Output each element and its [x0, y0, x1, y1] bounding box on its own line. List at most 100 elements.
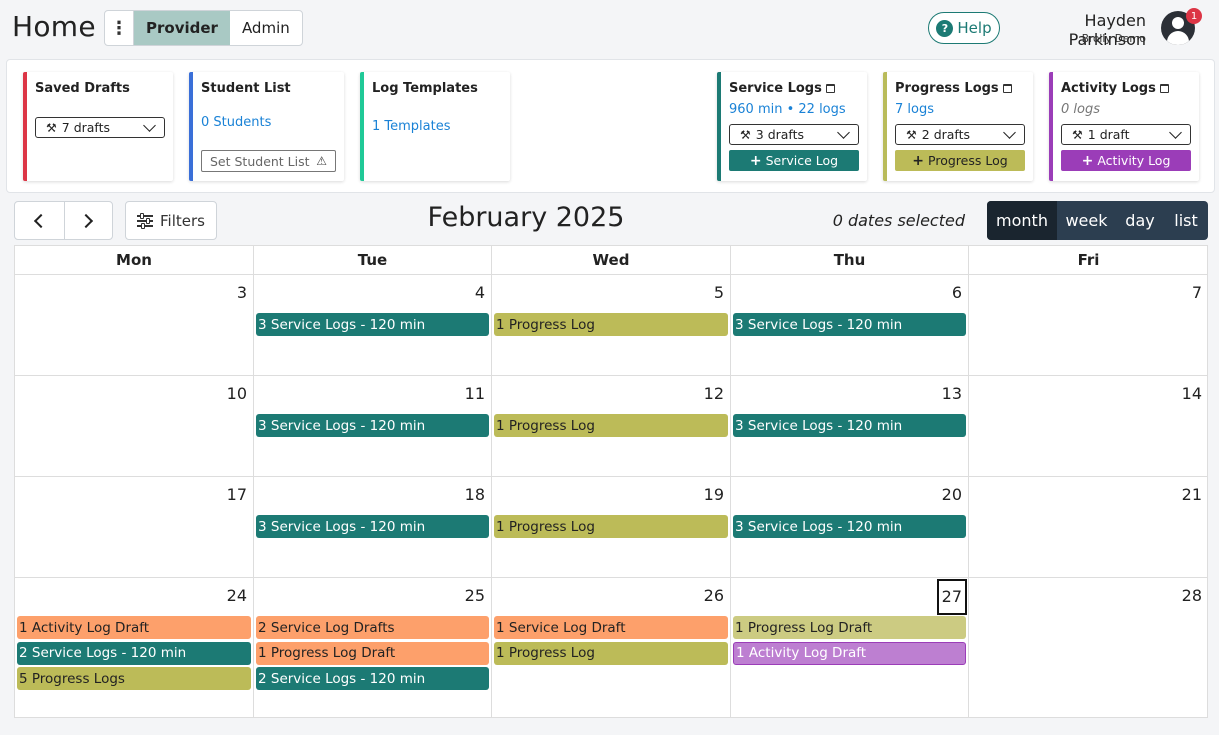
calendar-day-cell[interactable]: 11 3 Service Logs - 120 min: [254, 376, 492, 477]
calendar-event-service[interactable]: 3 Service Logs - 120 min: [733, 313, 966, 336]
today-date-number[interactable]: 27: [936, 579, 967, 615]
calendar-day-cell[interactable]: 21: [969, 477, 1208, 578]
add-activity-log-button[interactable]: + Activity Log: [1061, 150, 1191, 171]
calendar-day-cell[interactable]: 14: [969, 376, 1208, 477]
week-view-button[interactable]: week: [1057, 201, 1116, 240]
calendar-day-cell[interactable]: 25 2 Service Log Drafts 1 Progress Log Dra…: [254, 578, 492, 718]
calendar-day-cell[interactable]: 26 1 Service Log Draft 1 Progress Log: [492, 578, 731, 718]
calendar-event-progress[interactable]: 1 Progress Log: [494, 414, 728, 437]
calendar-event-service[interactable]: 3 Service Logs - 120 min: [256, 414, 489, 437]
notification-badge[interactable]: 1: [1186, 8, 1202, 24]
templates-count-link[interactable]: 1 Templates: [372, 119, 451, 134]
add-progress-log-button[interactable]: + Progress Log: [895, 150, 1025, 171]
calendar-day-cell[interactable]: 4 3 Service Logs - 120 min: [254, 275, 492, 376]
date-number[interactable]: 4: [475, 283, 485, 302]
add-activity-log-label: Activity Log: [1097, 153, 1171, 168]
students-count-link[interactable]: 0 Students: [201, 115, 271, 130]
admin-role-button[interactable]: Admin: [230, 11, 302, 45]
calendar-event-draft[interactable]: 1 Service Log Draft: [494, 616, 728, 639]
set-student-list-button[interactable]: Set Student List ⚠: [201, 150, 336, 172]
student-list-card: Student List 0 Students Set Student List…: [189, 72, 344, 181]
add-service-log-button[interactable]: + Service Log: [729, 150, 859, 171]
day-header-thu: Thu: [731, 246, 969, 275]
service-logs-card: Service Logs 960 min • 22 logs ⚒ 3 draft…: [717, 72, 867, 181]
calendar-day-cell[interactable]: 7: [969, 275, 1208, 376]
month-calendar-grid: Mon Tue Wed Thu Fri 3 4 3 Service Logs - 120 mi…: [14, 245, 1208, 718]
magic-wand-icon: ⚒: [1072, 127, 1083, 142]
calendar-event-draft[interactable]: 2 Service Log Drafts: [256, 616, 489, 639]
calendar-day-cell[interactable]: 10: [15, 376, 254, 477]
user-organization: Brolly Demo: [1081, 33, 1146, 45]
calendar-event-progress[interactable]: 1 Progress Log: [494, 515, 728, 538]
calendar-event-service[interactable]: 3 Service Logs - 120 min: [733, 515, 966, 538]
help-label: Help: [957, 19, 992, 37]
date-number[interactable]: 26: [704, 586, 724, 605]
date-number[interactable]: 7: [1192, 283, 1202, 302]
saved-drafts-dropdown[interactable]: ⚒ 7 drafts: [35, 117, 165, 138]
date-number[interactable]: 17: [227, 485, 247, 504]
progress-logs-card: Progress Logs 7 logs ⚒ 2 drafts + Progre…: [883, 72, 1033, 181]
calendar-day-cell[interactable]: 17: [15, 477, 254, 578]
calendar-event-service[interactable]: 3 Service Logs - 120 min: [256, 515, 489, 538]
day-view-button[interactable]: day: [1116, 201, 1164, 240]
summary-cards-panel: Saved Drafts ⚒ 7 drafts Student List 0 S…: [6, 59, 1215, 193]
date-number[interactable]: 10: [227, 384, 247, 403]
calendar-event-draft[interactable]: 1 Activity Log Draft: [17, 616, 251, 639]
progress-logs-summary-link[interactable]: 7 logs: [895, 102, 934, 117]
dates-selected-status: 0 dates selected: [832, 211, 965, 230]
calendar-day-cell[interactable]: 24 1 Activity Log Draft 2 Service Logs - 1…: [15, 578, 254, 718]
chevron-down-icon: [1003, 126, 1016, 139]
calendar-event-service[interactable]: 3 Service Logs - 120 min: [256, 313, 489, 336]
plus-icon: +: [1081, 152, 1094, 169]
calendar-event-progress[interactable]: 1 Progress Log: [494, 641, 728, 665]
date-number[interactable]: 5: [714, 283, 724, 302]
calendar-title: February 2025: [427, 202, 625, 233]
calendar-day-cell[interactable]: 28: [969, 578, 1208, 718]
calendar-event-activity-draft[interactable]: 1 Activity Log Draft: [733, 641, 966, 665]
date-number[interactable]: 11: [465, 384, 485, 403]
calendar-event-service[interactable]: 2 Service Logs - 120 min: [17, 641, 251, 665]
filters-button[interactable]: Filters: [125, 201, 217, 240]
calendar-event-draft[interactable]: 1 Progress Log Draft: [256, 641, 489, 665]
date-number[interactable]: 12: [704, 384, 724, 403]
calendar-event-progress-draft[interactable]: 1 Progress Log Draft: [733, 616, 966, 639]
date-number[interactable]: 20: [942, 485, 962, 504]
calendar-day-cell[interactable]: 27 1 Progress Log Draft 1 Activity Log Dra…: [731, 578, 969, 718]
calendar-day-cell[interactable]: 20 3 Service Logs - 120 min: [731, 477, 969, 578]
calendar-day-cell[interactable]: 12 1 Progress Log: [492, 376, 731, 477]
date-number[interactable]: 25: [465, 586, 485, 605]
calendar-day-cell[interactable]: 5 1 Progress Log: [492, 275, 731, 376]
calendar-event-progress[interactable]: 1 Progress Log: [494, 313, 728, 336]
calendar-event-progress[interactable]: 5 Progress Logs: [17, 667, 251, 690]
date-number[interactable]: 24: [227, 586, 247, 605]
more-options-icon[interactable]: ⋮: [105, 11, 134, 45]
chevron-down-icon: [143, 119, 156, 132]
help-button[interactable]: ? Help: [928, 12, 1000, 44]
date-number[interactable]: 3: [237, 283, 247, 302]
next-month-button[interactable]: [63, 202, 113, 239]
month-view-button[interactable]: month: [987, 201, 1057, 240]
service-logs-summary-link[interactable]: 960 min • 22 logs: [729, 102, 846, 117]
calendar-day-cell[interactable]: 13 3 Service Logs - 120 min: [731, 376, 969, 477]
previous-month-button[interactable]: [15, 202, 64, 239]
date-number[interactable]: 21: [1182, 485, 1202, 504]
progress-log-drafts-dropdown[interactable]: ⚒ 2 drafts: [895, 124, 1025, 145]
date-number[interactable]: 18: [465, 485, 485, 504]
calendar-day-cell[interactable]: 18 3 Service Logs - 120 min: [254, 477, 492, 578]
date-number[interactable]: 13: [942, 384, 962, 403]
date-number[interactable]: 19: [704, 485, 724, 504]
magic-wand-icon: ⚒: [740, 127, 751, 142]
date-number[interactable]: 28: [1182, 586, 1202, 605]
list-view-button[interactable]: list: [1164, 201, 1208, 240]
provider-role-button[interactable]: Provider: [134, 11, 230, 45]
calendar-event-service[interactable]: 2 Service Logs - 120 min: [256, 667, 489, 690]
activity-drafts-count: 1 draft: [1087, 127, 1130, 142]
date-number[interactable]: 6: [952, 283, 962, 302]
service-log-drafts-dropdown[interactable]: ⚒ 3 drafts: [729, 124, 859, 145]
calendar-day-cell[interactable]: 3: [15, 275, 254, 376]
calendar-event-service[interactable]: 3 Service Logs - 120 min: [733, 414, 966, 437]
date-number[interactable]: 14: [1182, 384, 1202, 403]
activity-log-drafts-dropdown[interactable]: ⚒ 1 draft: [1061, 124, 1191, 145]
calendar-day-cell[interactable]: 19 1 Progress Log: [492, 477, 731, 578]
calendar-day-cell[interactable]: 6 3 Service Logs - 120 min: [731, 275, 969, 376]
